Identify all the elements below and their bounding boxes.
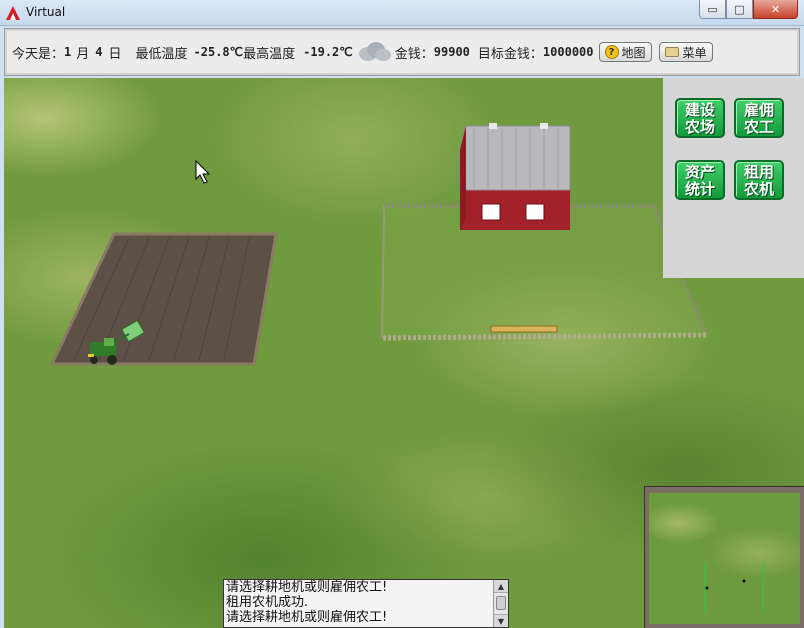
window-title: Virtual [26,5,66,19]
minimap-view [704,563,764,613]
message-line: 请选择耕地机或则雇佣农工! [226,580,388,595]
folder-icon [664,47,679,57]
month-value: 1 [64,45,72,59]
scroll-down-icon[interactable]: ▼ [494,614,508,627]
max-temp-value: -19.2℃ [303,45,353,59]
menu-button[interactable]: 菜单 [658,42,713,62]
menu-button-label: 菜单 [682,45,707,60]
min-temp-value: -25.8℃ [193,45,244,59]
help-icon: ? [604,45,619,59]
build-farm-label-1: 建设 [684,101,715,119]
minimap[interactable] [645,487,804,628]
max-temp-label: 最高温度 [243,46,296,62]
map-button[interactable]: ? 地图 [598,42,652,62]
minimap-marker [742,579,746,583]
asset-stats-label-2: 统计 [684,180,715,198]
rent-machinery-button[interactable]: 租用 农机 [734,160,784,200]
action-panel: 建设 农场 雇佣 农工 资产 统计 租用 农机 [663,78,804,278]
close-button[interactable]: ✕ [753,0,798,19]
asset-stats-label-1: 资产 [684,163,715,181]
build-farm-button[interactable]: 建设 农场 [675,98,725,138]
status-bar: 今天是： 1 月 4 日 最低温度 -25.8℃ 最高温度 -19.2℃ 金钱：… [4,28,800,76]
hire-worker-label-1: 雇佣 [743,101,774,119]
window-titlebar: Virtual ▭ □ ✕ [0,0,804,26]
mouse-cursor-icon [195,159,211,184]
asset-stats-button[interactable]: 资产 统计 [675,160,725,200]
day-value: 4 [95,45,103,59]
money-value: 99900 [433,45,470,59]
date-label: 今天是： [12,46,65,62]
message-log[interactable]: 请选择耕地机或则雇佣农工! 租用农机成功. 请选择耕地机或则雇佣农工! ▲ ▼ [223,579,509,628]
hire-worker-button[interactable]: 雇佣 农工 [734,98,784,138]
plowed-field[interactable] [49,232,278,366]
minimap-marker [705,586,709,590]
target-money-value: 1000000 [542,45,594,59]
message-line: 租用农机成功. [226,595,309,610]
minimize-button[interactable]: ▭ [699,0,726,19]
rent-machinery-label-1: 租用 [743,163,774,181]
build-farm-label-2: 农场 [684,118,715,136]
scroll-thumb[interactable] [496,596,506,610]
maximize-button[interactable]: □ [726,0,753,19]
scroll-up-icon[interactable]: ▲ [494,580,508,593]
rent-machinery-label-2: 农机 [743,180,774,198]
month-unit: 月 [76,46,90,62]
hire-worker-label-2: 农工 [743,118,774,136]
app-logo-icon [6,6,20,20]
game-viewport[interactable]: 建设 农场 雇佣 农工 资产 统计 租用 农机 请选择耕地机或则雇佣农工! 租用… [4,78,804,628]
map-button-label: 地图 [621,45,646,60]
day-unit: 日 [108,46,122,62]
min-temp-label: 最低温度 [135,46,188,62]
barn[interactable] [459,123,571,230]
money-label: 金钱： [394,46,434,62]
message-line: 请选择耕地机或则雇佣农工! [226,610,388,625]
message-scrollbar[interactable]: ▲ ▼ [493,580,508,627]
target-money-label: 目标金钱： [477,46,543,62]
feed-trough [490,325,558,333]
window-controls: ▭ □ ✕ [699,0,798,20]
cloud-icon [355,37,393,67]
